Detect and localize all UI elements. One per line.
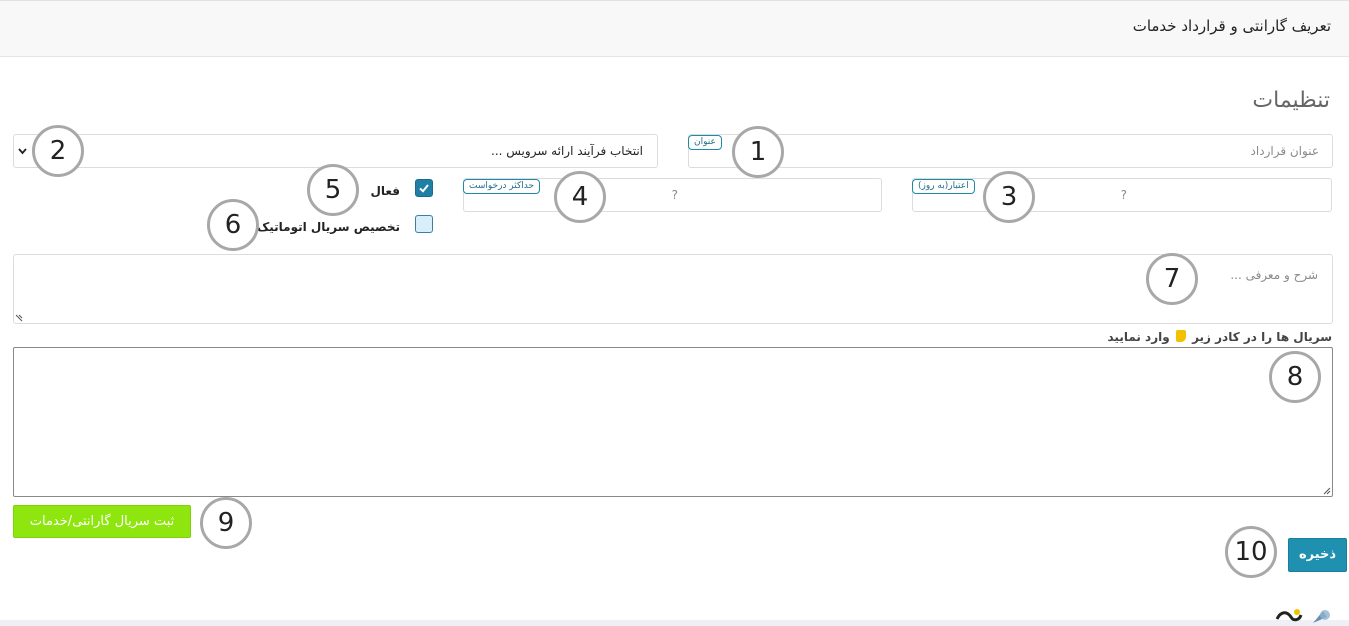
validity-days-input[interactable]: ? — [912, 178, 1332, 212]
section-title: تنظیمات — [1252, 88, 1330, 113]
max-requests-badge: حداکثر درخواست — [463, 179, 541, 194]
callout-8: 8 — [1269, 351, 1321, 403]
contract-title-placeholder: عنوان قرارداد — [1250, 144, 1319, 158]
serials-hint-before: سریال ها را در کادر زیر — [1192, 330, 1332, 344]
callout-3: 3 — [983, 171, 1035, 223]
register-serial-button[interactable]: ثبت سریال گارانتی/خدمات — [13, 505, 191, 538]
logo-icon — [1275, 609, 1330, 623]
save-button[interactable]: ذخیره — [1288, 538, 1347, 572]
contract-title-badge: عنوان — [688, 135, 722, 150]
active-label: فعال — [370, 184, 400, 198]
callout-9: 9 — [200, 497, 252, 549]
callout-5: 5 — [307, 164, 359, 216]
check-icon — [419, 184, 429, 193]
description-textarea[interactable]: شرح و معرفی ... — [13, 254, 1333, 324]
callout-1: 1 — [732, 126, 784, 178]
serials-hint-after: وارد نمایید — [1107, 330, 1170, 344]
callout-4: 4 — [554, 171, 606, 223]
description-placeholder: شرح و معرفی ... — [1230, 268, 1318, 282]
callout-10: 10 — [1225, 526, 1277, 578]
footer-strip — [0, 620, 1349, 626]
validity-days-placeholder: ? — [1120, 188, 1127, 202]
service-process-select[interactable]: انتخاب فرآیند ارائه سرویس ... — [13, 134, 658, 168]
active-checkbox[interactable] — [415, 179, 433, 197]
chevron-down-icon — [18, 148, 27, 155]
callout-7: 7 — [1146, 253, 1198, 305]
callout-2: 2 — [32, 125, 84, 177]
service-process-value: انتخاب فرآیند ارائه سرویس ... — [491, 144, 643, 158]
pointing-hand-icon — [1175, 330, 1186, 342]
resize-grip-icon[interactable] — [1323, 487, 1331, 495]
callout-6: 6 — [207, 199, 259, 251]
contract-title-input[interactable]: عنوان قرارداد — [688, 134, 1333, 168]
page-header: تعریف گارانتی و قرارداد خدمات — [0, 0, 1349, 57]
serials-textarea[interactable] — [13, 347, 1333, 497]
page-title: تعریف گارانتی و قرارداد خدمات — [1132, 17, 1331, 35]
serials-hint: سریال ها را در کادر زیر وارد نمایید — [1107, 330, 1332, 344]
auto-serial-label: تخصیص سریال اتوماتیک — [256, 220, 400, 234]
resize-grip-icon[interactable] — [15, 314, 23, 322]
validity-days-badge: اعتبار(به روز) — [912, 179, 975, 194]
auto-serial-checkbox[interactable] — [415, 215, 433, 233]
max-requests-placeholder: ? — [671, 188, 678, 202]
